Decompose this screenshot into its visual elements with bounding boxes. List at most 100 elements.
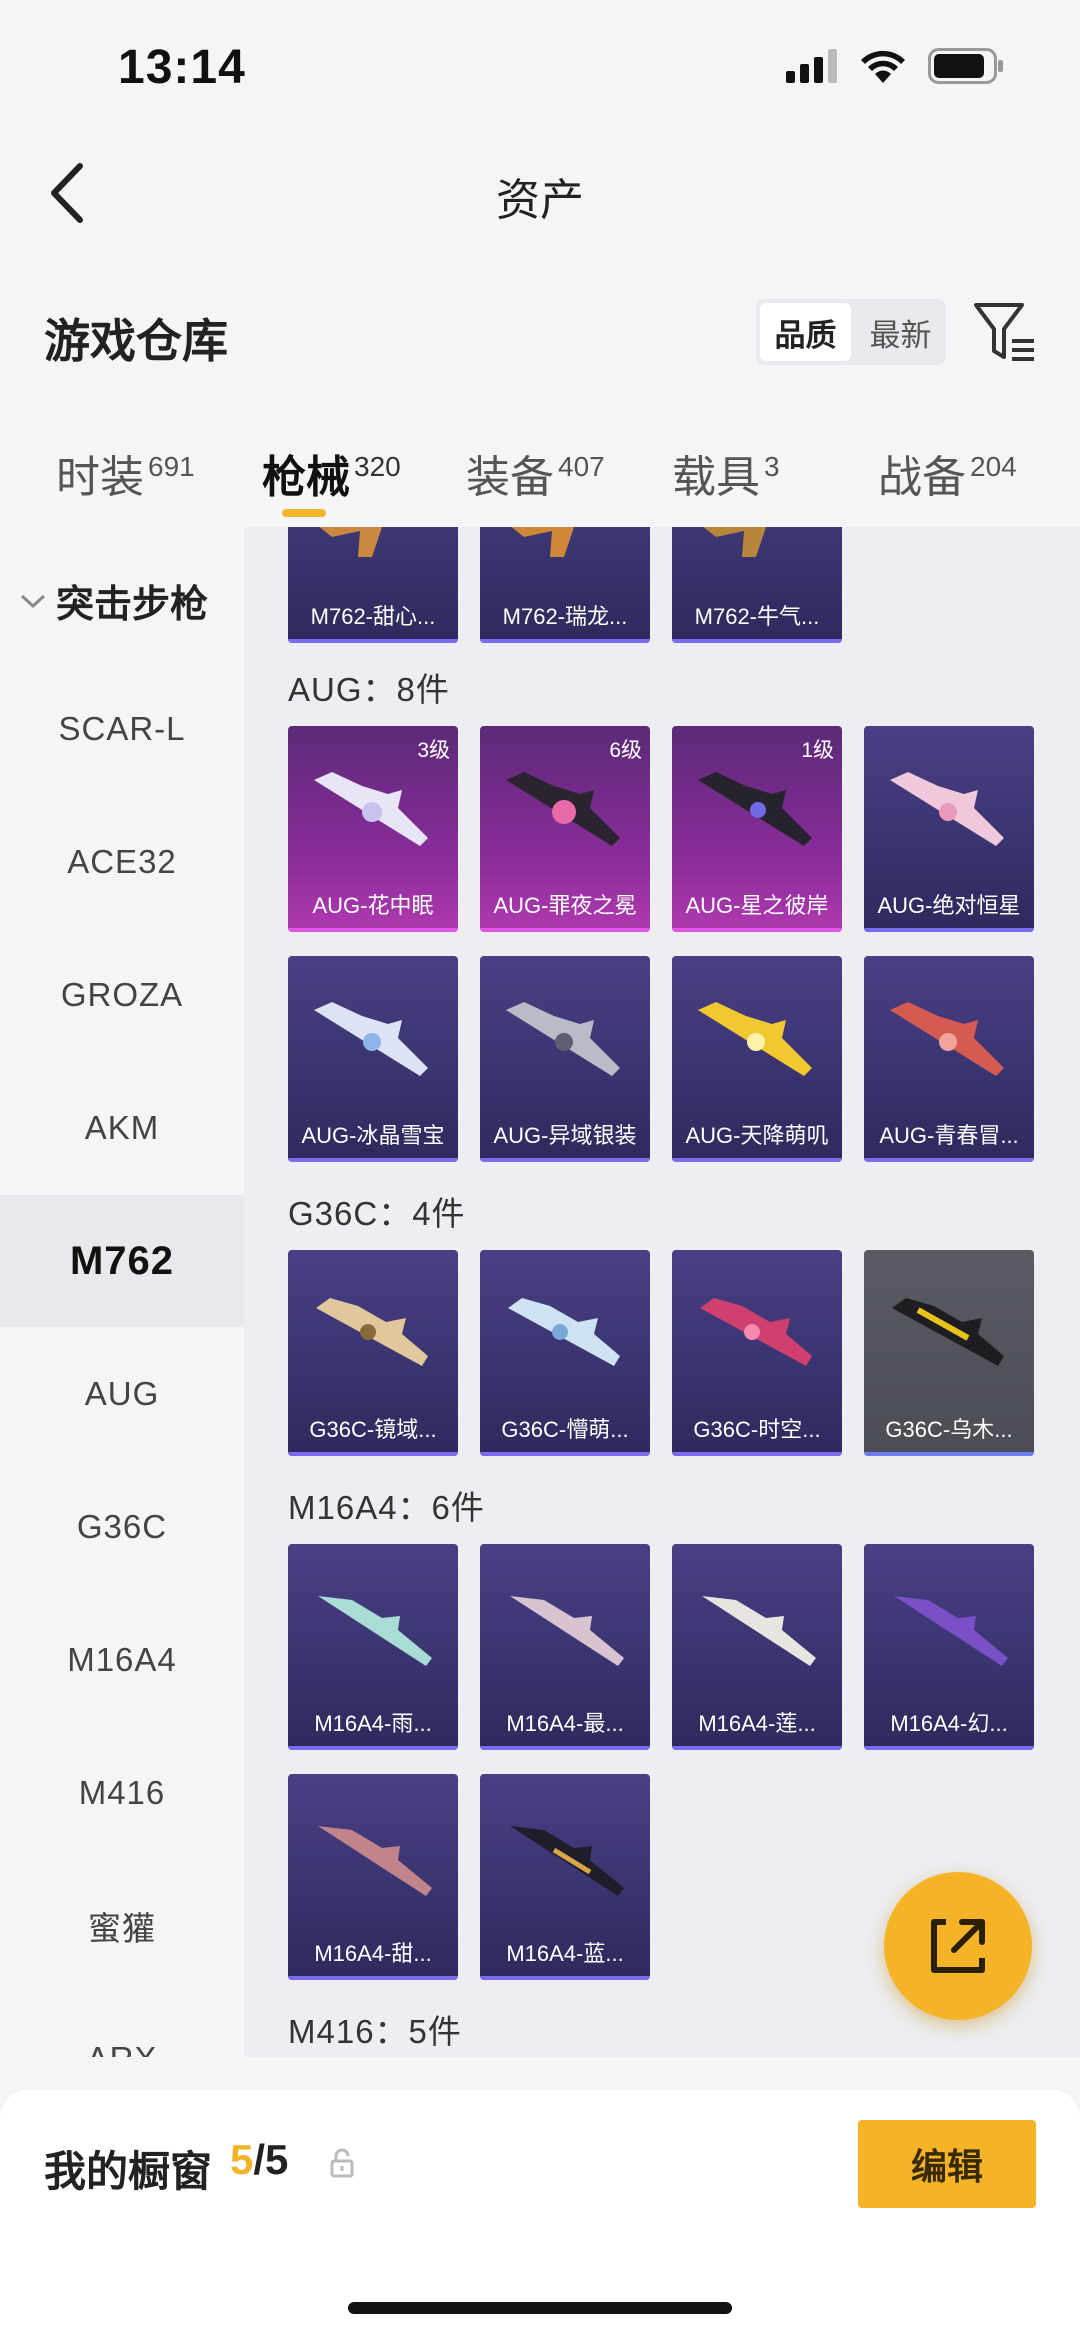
tab-label: 战备: [878, 453, 966, 502]
skin-card[interactable]: AUG-青春冒...: [864, 956, 1034, 1162]
gun-skin-image: [698, 772, 812, 846]
category-tabs: 时装 691 枪械 320 装备 407 载具 3 战备 204: [0, 405, 1080, 527]
skin-card[interactable]: M16A4-甜...: [288, 1774, 458, 1980]
tab-combat-gear[interactable]: 战备 204: [878, 441, 1017, 505]
gun-skin-image: [318, 1596, 432, 1666]
sidebar-item-aug[interactable]: AUG: [0, 1328, 244, 1460]
skin-card[interactable]: AUG-冰晶雪宝: [288, 956, 458, 1162]
skin-card[interactable]: AUG-绝对恒星: [864, 726, 1034, 932]
skin-card[interactable]: G36C-乌木...: [864, 1250, 1034, 1456]
section-header-m416: M416：5件: [288, 2013, 462, 2050]
skin-name: M16A4-蓝...: [506, 1941, 624, 1966]
showcase-bar: 我的橱窗 5/5 编辑: [0, 2090, 1080, 2337]
skin-name: AUG-罪夜之冕: [493, 893, 637, 918]
skin-card[interactable]: M16A4-雨...: [288, 1544, 458, 1750]
sidebar-item-m416[interactable]: M416: [0, 1727, 244, 1859]
share-icon: [931, 1919, 985, 1973]
sidebar-item-m16a4[interactable]: M16A4: [0, 1594, 244, 1726]
skin-card[interactable]: M16A4-最...: [480, 1544, 650, 1750]
skin-name: AUG-天降萌叽: [685, 1123, 829, 1148]
showcase-title: 我的橱窗: [44, 2148, 213, 2195]
sidebar-item-scar-l[interactable]: SCAR-L: [0, 663, 244, 795]
tab-count: 691: [148, 451, 195, 482]
showcase-count-total: /5: [253, 2136, 289, 2183]
gun-skin-image: [698, 1002, 812, 1076]
skin-card[interactable]: 3级 AUG-花中眠: [288, 726, 458, 932]
gun-skin-image: [510, 1826, 624, 1896]
tab-fashion[interactable]: 时装 691: [56, 441, 195, 505]
weapon-grid: M762-甜心... M762-瑞龙... M762-牛气... AUG：8件 …: [244, 527, 1080, 2057]
wifi-icon: [861, 50, 905, 83]
skin-card[interactable]: M16A4-蓝...: [480, 1774, 650, 1980]
chevron-down-icon: [20, 594, 46, 608]
skin-name: AUG-星之彼岸: [685, 893, 829, 918]
skin-name: M762-甜心...: [310, 604, 436, 629]
sidebar-item-g36c[interactable]: G36C: [0, 1461, 244, 1593]
gun-skin-image: [894, 1596, 1008, 1666]
gun-skin-image: [892, 1298, 1004, 1366]
skin-card[interactable]: M16A4-幻...: [864, 1544, 1034, 1750]
skin-card[interactable]: 1级 AUG-星之彼岸: [672, 726, 842, 932]
sort-toggle: 品质 最新: [756, 299, 946, 365]
sidebar-item-honey-badger[interactable]: 蜜獾: [0, 1860, 244, 1992]
skin-card[interactable]: M762-瑞龙...: [480, 527, 650, 643]
tab-count: 204: [970, 451, 1017, 482]
skin-card[interactable]: G36C-懵萌...: [480, 1250, 650, 1456]
sidebar-category[interactable]: 突击步枪: [18, 573, 208, 628]
skin-card[interactable]: 6级 AUG-罪夜之冕: [480, 726, 650, 932]
page-title: 资产: [496, 176, 584, 225]
share-button[interactable]: [884, 1872, 1032, 2020]
sidebar-item-ace32[interactable]: ACE32: [0, 796, 244, 928]
filter-icon[interactable]: [972, 299, 1036, 365]
sidebar-item-akm[interactable]: AKM: [0, 1062, 244, 1194]
skin-name: G36C-时空...: [693, 1417, 821, 1442]
sidebar-item-groza[interactable]: GROZA: [0, 929, 244, 1061]
weapon-sidebar: 突击步枪 SCAR-L ACE32 GROZA AKM M762 AUG G36…: [0, 527, 244, 2057]
skin-card[interactable]: M762-甜心...: [288, 527, 458, 643]
sort-quality-button[interactable]: 品质: [760, 303, 851, 361]
tab-equipment[interactable]: 装备 407: [466, 441, 605, 505]
skin-card[interactable]: M16A4-莲...: [672, 1544, 842, 1750]
tab-label: 枪械: [262, 453, 350, 502]
gun-skin-image: [314, 1002, 428, 1076]
tab-vehicles[interactable]: 载具 3: [672, 441, 780, 505]
skin-name: AUG-绝对恒星: [877, 893, 1021, 918]
signal-icon: [786, 49, 837, 83]
tab-weapons[interactable]: 枪械 320: [262, 441, 401, 505]
skin-name: M762-瑞龙...: [502, 604, 628, 629]
status-bar: 13:14: [0, 0, 1080, 130]
lock-icon: [330, 2148, 354, 2178]
sidebar-category-label: 突击步枪: [56, 584, 209, 626]
skin-card[interactable]: G36C-镜域...: [288, 1250, 458, 1456]
sidebar-item-m762[interactable]: M762: [0, 1195, 244, 1327]
active-tab-indicator: [282, 509, 326, 517]
warehouse-title: 游戏仓库: [44, 315, 228, 367]
skin-card[interactable]: AUG-天降萌叽: [672, 956, 842, 1162]
gun-skin-image: [703, 527, 766, 557]
gun-skin-image: [702, 1596, 816, 1666]
tab-count: 407: [558, 451, 605, 482]
skin-name: M16A4-幻...: [890, 1711, 1008, 1736]
gun-skin-image: [890, 772, 1004, 846]
tab-label: 载具: [672, 453, 760, 502]
tab-count: 3: [764, 451, 780, 482]
status-icons: [786, 48, 1004, 84]
skin-name: G36C-懵萌...: [501, 1417, 629, 1442]
gun-skin-image: [314, 772, 428, 846]
status-time: 13:14: [118, 41, 246, 94]
skin-card[interactable]: M762-牛气...: [672, 527, 842, 643]
nav-bar: 资产: [0, 130, 1080, 255]
sidebar-item-arx[interactable]: ARX: [0, 1993, 244, 2057]
skin-card[interactable]: G36C-时空...: [672, 1250, 842, 1456]
showcase-count: 5/5: [230, 2136, 288, 2184]
gun-skin-image: [319, 527, 382, 557]
sort-newest-button[interactable]: 最新: [855, 299, 946, 365]
edit-button[interactable]: 编辑: [858, 2120, 1036, 2208]
tab-label: 时装: [56, 453, 144, 502]
skin-name: G36C-乌木...: [885, 1417, 1013, 1442]
skin-name: M16A4-雨...: [314, 1711, 432, 1736]
gun-skin-image: [506, 772, 620, 846]
gun-skin-image: [510, 1596, 624, 1666]
section-header-m16a4: M16A4：6件: [288, 1489, 485, 1526]
skin-card[interactable]: AUG-异域银装: [480, 956, 650, 1162]
